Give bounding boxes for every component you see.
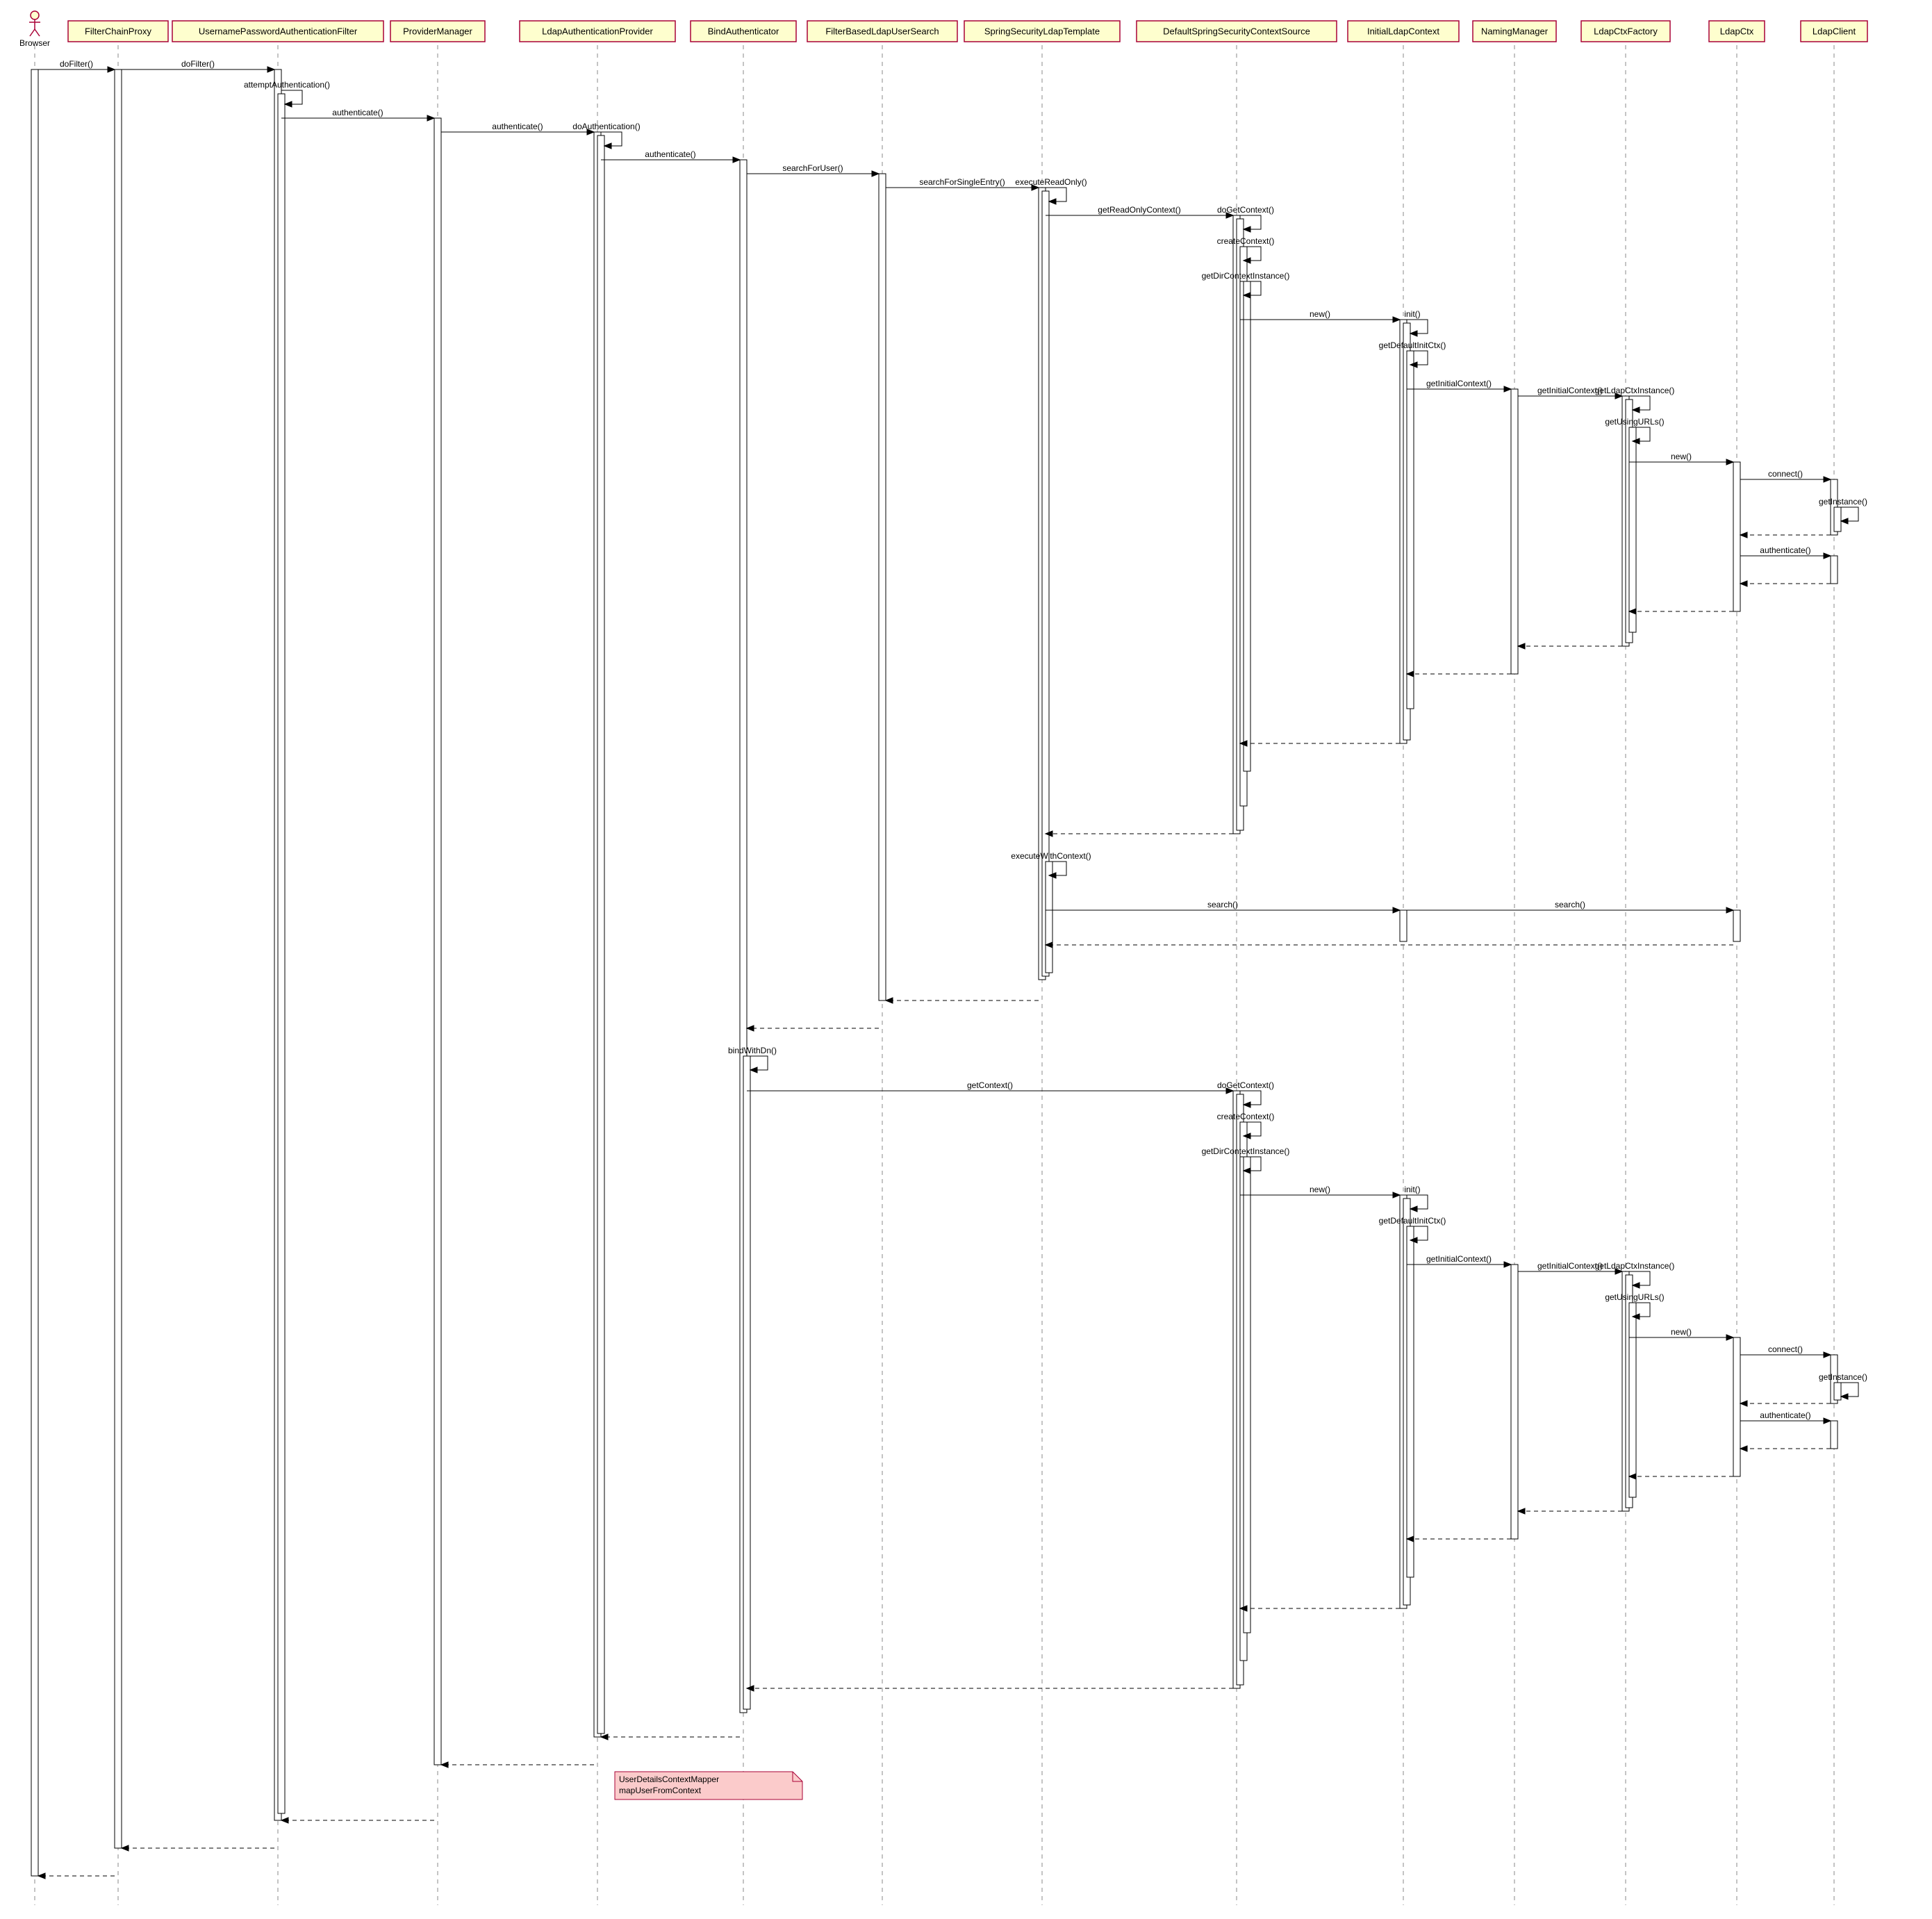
msg-label: getInstance() — [1819, 1372, 1867, 1382]
msg-label: getInstance() — [1819, 497, 1867, 506]
svg-text:UsernamePasswordAuthentication: UsernamePasswordAuthenticationFilter — [199, 26, 358, 36]
svg-text:LdapClient: LdapClient — [1813, 26, 1856, 36]
msg-label: bindWithDn() — [728, 1046, 777, 1055]
msg-label: doGetContext() — [1217, 205, 1274, 215]
msg-label: searchForSingleEntry() — [919, 177, 1005, 187]
msg-label: authenticate() — [492, 122, 543, 131]
svg-text:NamingManager: NamingManager — [1481, 26, 1549, 36]
msg-label: search() — [1207, 900, 1238, 909]
msg-label: doFilter() — [60, 59, 93, 69]
msg-label: authenticate() — [332, 108, 383, 117]
msg-label: getReadOnlyContext() — [1098, 205, 1180, 215]
msg-label: authenticate() — [1760, 1410, 1810, 1420]
msg-label: getUsingURLs() — [1605, 417, 1664, 427]
svg-text:BindAuthenticator: BindAuthenticator — [708, 26, 779, 36]
svg-text:FilterChainProxy: FilterChainProxy — [85, 26, 152, 36]
msg-label: getLdapCtxInstance() — [1595, 1261, 1675, 1271]
msg-label: search() — [1555, 900, 1585, 909]
msg-label: init() — [1404, 309, 1420, 319]
msg-label: connect() — [1768, 1344, 1803, 1354]
msg-label: getInitialContext() — [1537, 386, 1603, 395]
svg-text:SpringSecurityLdapTemplate: SpringSecurityLdapTemplate — [984, 26, 1100, 36]
msg-label: new() — [1310, 1185, 1330, 1194]
msg-label: authenticate() — [1760, 545, 1810, 555]
svg-text:LdapCtx: LdapCtx — [1720, 26, 1754, 36]
msg-label: executeWithContext() — [1011, 851, 1091, 861]
svg-text:UserDetailsContextMapper: UserDetailsContextMapper — [619, 1774, 719, 1784]
msg-label: getDirContextInstance() — [1202, 271, 1290, 281]
actor-browser: Browser — [19, 38, 50, 48]
svg-text:LdapAuthenticationProvider: LdapAuthenticationProvider — [542, 26, 653, 36]
msg-label: getInitialContext() — [1426, 379, 1492, 388]
msg-label: createContext() — [1217, 236, 1275, 246]
svg-text:InitialLdapContext: InitialLdapContext — [1367, 26, 1439, 36]
msg-label: getDefaultInitCtx() — [1379, 1216, 1446, 1226]
msg-label: getDefaultInitCtx() — [1379, 340, 1446, 350]
svg-text:LdapCtxFactory: LdapCtxFactory — [1594, 26, 1658, 36]
svg-text:DefaultSpringSecurityContextSo: DefaultSpringSecurityContextSource — [1163, 26, 1310, 36]
svg-text:ProviderManager: ProviderManager — [403, 26, 472, 36]
msg-label: doGetContext() — [1217, 1080, 1274, 1090]
msg-label: init() — [1404, 1185, 1420, 1194]
msg-label: getLdapCtxInstance() — [1595, 386, 1675, 395]
msg-label: getContext() — [967, 1080, 1013, 1090]
svg-text:mapUserFromContext: mapUserFromContext — [619, 1786, 702, 1795]
msg-label: connect() — [1768, 469, 1803, 479]
sequence-diagram: Browser FilterChainProxy UsernamePasswordA… — [7, 7, 1932, 1912]
msg-label: executeReadOnly() — [1015, 177, 1087, 187]
msg-label: searchForUser() — [782, 163, 843, 173]
msg-label: getDirContextInstance() — [1202, 1146, 1290, 1156]
msg-label: authenticate() — [645, 149, 695, 159]
msg-label: attemptAuthentication() — [244, 80, 330, 90]
svg-text:FilterBasedLdapUserSearch: FilterBasedLdapUserSearch — [825, 26, 939, 36]
msg-label: getUsingURLs() — [1605, 1292, 1664, 1302]
msg-label: getInitialContext() — [1537, 1261, 1603, 1271]
msg-label: new() — [1310, 309, 1330, 319]
msg-label: createContext() — [1217, 1112, 1275, 1121]
msg-label: new() — [1671, 452, 1692, 461]
msg-label: doAuthentication() — [572, 122, 640, 131]
msg-label: doFilter() — [181, 59, 215, 69]
msg-label: new() — [1671, 1327, 1692, 1337]
msg-label: getInitialContext() — [1426, 1254, 1492, 1264]
